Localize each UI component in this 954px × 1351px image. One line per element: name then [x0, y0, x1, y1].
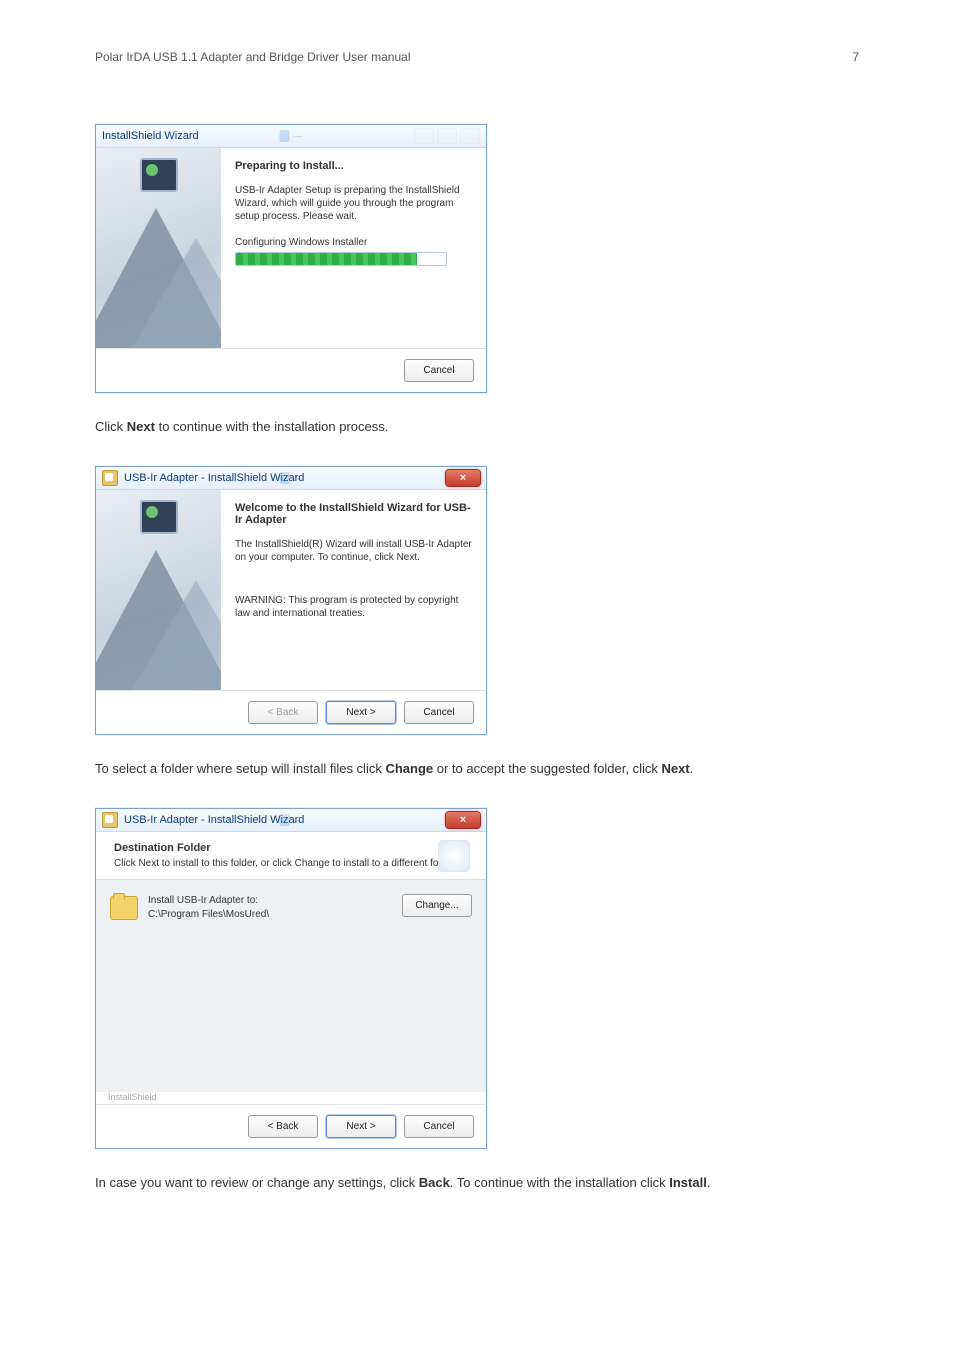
app-icon: [102, 812, 118, 828]
installshield-tag: InstallShield: [96, 1092, 486, 1104]
cancel-button[interactable]: Cancel: [404, 359, 474, 382]
wizard-sidebar-image: [96, 148, 221, 348]
instruction-1: Click Next to continue with the installa…: [95, 418, 859, 436]
next-button[interactable]: Next >: [326, 701, 396, 724]
back-button[interactable]: < Back: [248, 1115, 318, 1138]
dialog-welcome: USB-Ir Adapter - InstallShield Wizard — …: [95, 466, 487, 735]
dest-subtext: Click Next to install to this folder, or…: [114, 858, 472, 869]
install-to-label: Install USB-Ir Adapter to:: [148, 894, 392, 908]
titlebar-decoration: —: [280, 472, 303, 484]
window-title: USB-Ir Adapter - InstallShield Wizard: [124, 814, 304, 826]
dialog-body-1: The InstallShield(R) Wizard will install…: [235, 538, 472, 564]
titlebar-decoration: —: [280, 130, 303, 142]
dest-heading: Destination Folder: [114, 842, 472, 854]
titlebar: USB-Ir Adapter - InstallShield Wizard — …: [96, 467, 486, 490]
close-button[interactable]: ×: [446, 470, 480, 486]
dialog-body-2: WARNING: This program is protected by co…: [235, 594, 472, 620]
close-button[interactable]: ×: [446, 812, 480, 828]
progress-bar: [235, 252, 447, 266]
cancel-button[interactable]: Cancel: [404, 1115, 474, 1138]
window-title: InstallShield Wizard: [102, 130, 199, 142]
page-header: Polar IrDA USB 1.1 Adapter and Bridge Dr…: [95, 50, 859, 64]
dialog-subheader: Destination Folder Click Next to install…: [96, 832, 486, 880]
titlebar: InstallShield Wizard —: [96, 125, 486, 148]
back-button: < Back: [248, 701, 318, 724]
dialog-heading: Preparing to Install...: [235, 160, 472, 172]
next-button[interactable]: Next >: [326, 1115, 396, 1138]
wizard-sidebar-image: [96, 490, 221, 690]
window-title: USB-Ir Adapter - InstallShield Wizard: [124, 472, 304, 484]
manual-title: Polar IrDA USB 1.1 Adapter and Bridge Dr…: [95, 50, 410, 64]
header-icon: [438, 840, 470, 872]
titlebar-decoration: —: [280, 814, 303, 826]
dialog-destination: USB-Ir Adapter - InstallShield Wizard — …: [95, 808, 487, 1149]
monitor-icon: [140, 500, 178, 534]
install-path: C:\Program Files\MosUred\: [148, 908, 392, 922]
folder-icon: [110, 896, 138, 920]
dialog-heading: Welcome to the InstallShield Wizard for …: [235, 502, 472, 526]
instruction-2: To select a folder where setup will inst…: [95, 760, 859, 778]
change-button[interactable]: Change...: [402, 894, 472, 917]
app-icon: [102, 470, 118, 486]
cancel-button[interactable]: Cancel: [404, 701, 474, 724]
instruction-3: In case you want to review or change any…: [95, 1174, 859, 1192]
dialog-preparing: InstallShield Wizard — Preparing to Inst…: [95, 124, 487, 393]
monitor-icon: [140, 158, 178, 192]
progress-label: Configuring Windows Installer: [235, 237, 472, 248]
window-controls: [414, 128, 480, 144]
dialog-body: USB-Ir Adapter Setup is preparing the In…: [235, 184, 472, 223]
titlebar: USB-Ir Adapter - InstallShield Wizard — …: [96, 809, 486, 832]
page-number: 7: [852, 50, 859, 64]
